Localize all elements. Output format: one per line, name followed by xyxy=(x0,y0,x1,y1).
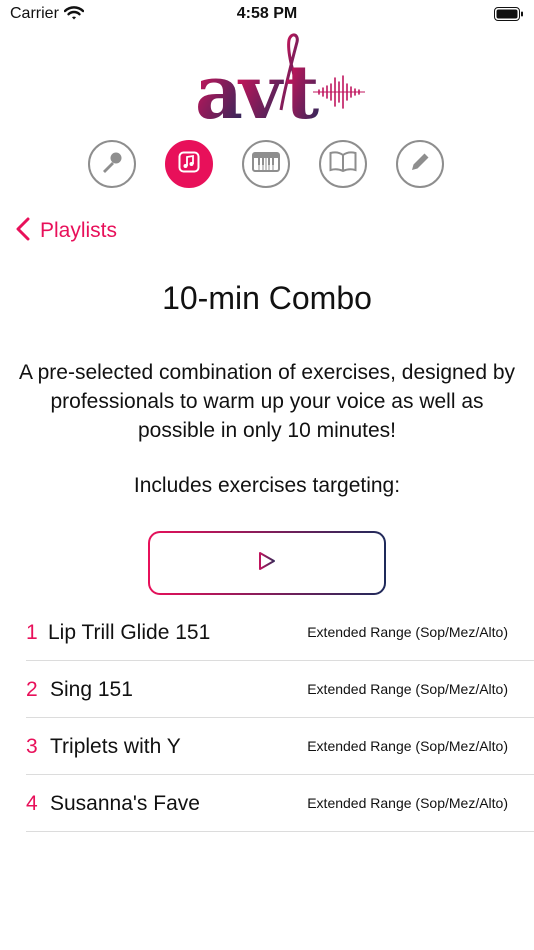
battery-icon xyxy=(494,7,524,21)
tab-microphone[interactable] xyxy=(88,140,136,188)
back-button-label: Playlists xyxy=(40,219,118,242)
play-button-inner xyxy=(150,533,384,593)
status-bar: Carrier 4:58 PM xyxy=(0,0,534,30)
exercise-name: Triplets with Y xyxy=(50,735,181,758)
tab-book[interactable] xyxy=(319,140,367,188)
book-icon xyxy=(329,150,357,178)
exercise-name: Lip Trill Glide 151 xyxy=(48,621,211,644)
exercise-name: Susanna's Fave xyxy=(50,792,200,815)
exercise-number: 2 xyxy=(26,678,38,701)
svg-text:v: v xyxy=(237,50,284,127)
chevron-left-icon xyxy=(16,217,30,246)
exercise-number: 3 xyxy=(26,735,38,758)
exercise-range: Extended Range (Sop/Mez/Alto) xyxy=(307,738,508,754)
play-icon xyxy=(258,551,276,576)
exercise-row[interactable]: 3 Triplets with Y Extended Range (Sop/Me… xyxy=(26,718,534,775)
page-title: 10-min Combo xyxy=(162,280,372,316)
exercise-row[interactable]: 2 Sing 151 Extended Range (Sop/Mez/Alto) xyxy=(26,661,534,718)
music-note-icon xyxy=(178,151,200,178)
exercise-row[interactable]: 4 Susanna's Fave Extended Range (Sop/Mez… xyxy=(26,775,534,832)
exercise-name: Sing 151 xyxy=(50,678,133,701)
app-logo: a v t xyxy=(195,32,370,136)
piano-keys-icon xyxy=(252,151,280,177)
tab-bar xyxy=(0,140,534,192)
playlist-description: A pre-selected combination of exercises,… xyxy=(18,361,516,442)
back-button[interactable]: Playlists xyxy=(16,216,117,246)
includes-label: Includes exercises targeting: xyxy=(133,474,401,497)
exercise-list: 1 Lip Trill Glide 151 Extended Range (So… xyxy=(26,604,534,832)
tab-piano[interactable] xyxy=(242,140,290,188)
exercise-number: 4 xyxy=(26,792,38,815)
exercise-range: Extended Range (Sop/Mez/Alto) xyxy=(307,624,508,640)
tab-music[interactable] xyxy=(165,140,213,188)
pencil-icon xyxy=(408,150,432,179)
exercise-number: 1 xyxy=(26,621,38,644)
exercise-range: Extended Range (Sop/Mez/Alto) xyxy=(307,681,508,697)
status-time: 4:58 PM xyxy=(236,5,298,22)
microphone-icon xyxy=(99,149,125,180)
exercise-row[interactable]: 1 Lip Trill Glide 151 Extended Range (So… xyxy=(26,604,534,661)
svg-text:t: t xyxy=(285,50,319,127)
play-button[interactable] xyxy=(148,531,386,595)
exercise-range: Extended Range (Sop/Mez/Alto) xyxy=(307,795,508,811)
tab-pencil[interactable] xyxy=(396,140,444,188)
svg-text:a: a xyxy=(195,50,243,127)
